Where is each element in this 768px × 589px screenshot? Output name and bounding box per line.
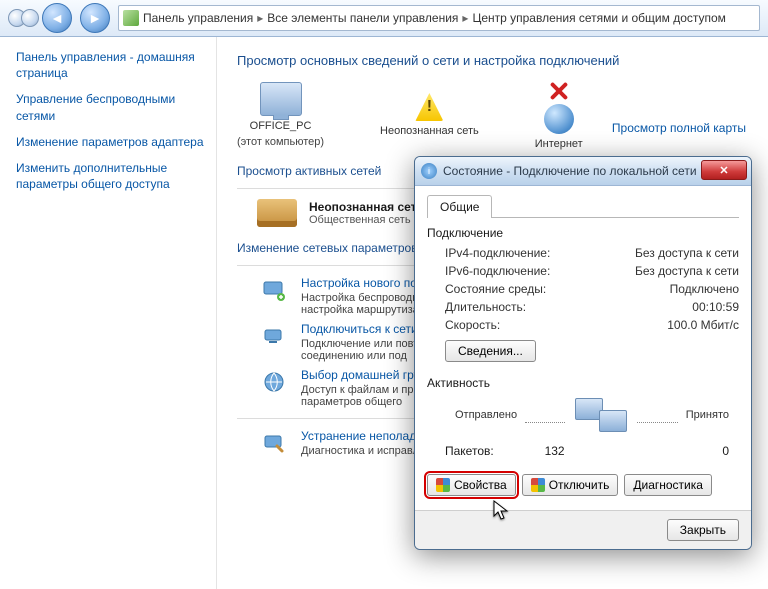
warning-icon	[415, 93, 443, 121]
properties-button[interactable]: Свойства	[427, 474, 516, 496]
connect-icon	[257, 322, 291, 350]
node-pc-name: OFFICE_PC	[250, 120, 312, 132]
active-network-name: Неопознанная сеть	[309, 200, 424, 214]
tab-general[interactable]: Общие	[427, 195, 492, 218]
media-state-label: Состояние среды:	[445, 282, 546, 296]
public-network-icon	[257, 199, 297, 227]
breadcrumb-leaf[interactable]: Центр управления сетями и общим доступом	[472, 11, 726, 25]
control-panel-icon	[123, 10, 139, 26]
nav-forward-button[interactable]: ►	[80, 3, 110, 33]
sidebar: Панель управления - домашняя страница Уп…	[0, 37, 217, 589]
new-connection-icon	[257, 276, 291, 304]
sidebar-link-wireless[interactable]: Управление беспроводными сетями	[16, 91, 216, 123]
node-unknown-label: Неопознанная сеть	[380, 125, 479, 137]
packets-sent-value: 132	[545, 444, 565, 458]
ipv4-label: IPv4-подключение:	[445, 246, 550, 260]
nav-back-button[interactable]: ◄	[42, 3, 72, 33]
app-icon	[8, 9, 34, 27]
packets-label: Пакетов:	[445, 444, 494, 458]
connection-group-label: Подключение	[427, 226, 739, 240]
network-status-icon: i	[421, 163, 437, 179]
breadcrumb-bar[interactable]: Панель управления ▸ Все элементы панели …	[118, 5, 760, 31]
breadcrumb-root[interactable]: Панель управления	[143, 11, 253, 25]
shield-icon	[531, 478, 545, 492]
ipv6-value: Без доступа к сети	[635, 264, 739, 278]
dialog-titlebar[interactable]: i Состояние - Подключение по локальной с…	[415, 157, 751, 186]
shield-icon	[436, 478, 450, 492]
computer-icon	[260, 82, 302, 116]
duration-label: Длительность:	[445, 300, 526, 314]
received-label: Принято	[686, 409, 729, 421]
activity-group-label: Активность	[427, 376, 739, 390]
active-network-type: Общественная сеть	[309, 214, 424, 226]
network-map: OFFICE_PC (этот компьютер) Неопознанная …	[237, 80, 748, 150]
sent-label: Отправлено	[455, 409, 517, 421]
sidebar-link-adapter[interactable]: Изменение параметров адаптера	[16, 134, 216, 150]
chevron-right-icon: ▸	[462, 11, 468, 25]
node-pc-sub: (этот компьютер)	[237, 136, 324, 148]
node-internet-label: Интернет	[535, 138, 583, 150]
troubleshoot-icon	[257, 429, 291, 457]
node-this-pc: OFFICE_PC (этот компьютер)	[237, 82, 324, 148]
media-state-value: Подключено	[670, 282, 739, 296]
node-unknown-network: Неопознанная сеть	[380, 93, 479, 137]
disconnected-icon	[548, 80, 570, 102]
activity-separator	[525, 422, 565, 423]
activity-separator	[637, 422, 677, 423]
diagnose-button[interactable]: Диагностика	[624, 474, 712, 496]
details-button[interactable]: Сведения...	[445, 340, 536, 362]
sidebar-link-home[interactable]: Панель управления - домашняя страница	[16, 49, 216, 81]
dialog-tabs: Общие	[427, 194, 739, 218]
ipv6-label: IPv6-подключение:	[445, 264, 550, 278]
toolbar: ◄ ► Панель управления ▸ Все элементы пан…	[0, 0, 768, 37]
activity-icon	[573, 396, 629, 434]
status-dialog: i Состояние - Подключение по локальной с…	[414, 156, 752, 550]
breadcrumb-mid[interactable]: Все элементы панели управления	[267, 11, 458, 25]
speed-value: 100.0 Мбит/с	[667, 318, 739, 332]
globe-icon	[544, 104, 574, 134]
node-internet: Интернет	[535, 80, 583, 150]
speed-label: Скорость:	[445, 318, 500, 332]
close-dialog-button[interactable]: Закрыть	[667, 519, 739, 541]
ipv4-value: Без доступа к сети	[635, 246, 739, 260]
disable-button[interactable]: Отключить	[522, 474, 619, 496]
view-full-map-link[interactable]: Просмотр полной карты	[612, 121, 746, 135]
packets-received-value: 0	[722, 444, 729, 458]
duration-value: 00:10:59	[692, 300, 739, 314]
sidebar-link-sharing[interactable]: Изменить дополнительные параметры общего…	[16, 160, 216, 192]
dialog-title: Состояние - Подключение по локальной сет…	[443, 164, 697, 178]
homegroup-icon	[257, 368, 291, 396]
page-title: Просмотр основных сведений о сети и наст…	[237, 53, 748, 68]
close-button[interactable]: ✕	[701, 160, 747, 180]
chevron-right-icon: ▸	[257, 11, 263, 25]
